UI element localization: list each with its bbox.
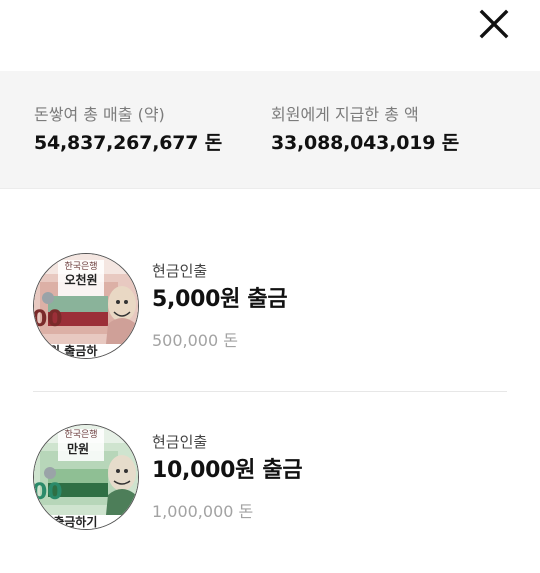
note-digits-text: 00 (34, 480, 63, 505)
total-paid-value: 33,088,043,019 돈 (271, 132, 459, 154)
stats-panel: 돈쌓여 총 매출 (약) 54,837,267,677 돈 회원에게 지급한 총… (0, 71, 540, 189)
divider (33, 391, 507, 392)
note-name-text: 오천원 (64, 272, 97, 287)
total-sales-stat: 돈쌓여 총 매출 (약) 54,837,267,677 돈 (34, 104, 222, 157)
banknote-10000-illustration: 한국은행 만원 00 원 출금하기 (34, 425, 138, 529)
close-button[interactable] (476, 6, 512, 42)
item-title: 5,000원 출금 (152, 287, 288, 312)
item-category: 현금인출 (152, 433, 208, 451)
withdraw-5000-item[interactable]: 한국은행 오천원 00 천원 출금하 현금인출 5,000원 출금 500,00… (0, 252, 540, 362)
banknote-10000-image: 한국은행 만원 00 원 출금하기 (33, 424, 139, 530)
note-digits-text: 00 (34, 307, 63, 332)
total-sales-value: 54,837,267,677 돈 (34, 132, 222, 154)
item-category: 현금인출 (152, 262, 208, 280)
banknote-5000-image: 한국은행 오천원 00 천원 출금하 (33, 253, 139, 359)
item-price: 1,000,000 돈 (152, 502, 254, 521)
note-caption-text: 원 출금하기 (38, 514, 97, 529)
note-name-text: 만원 (67, 441, 89, 456)
item-title: 10,000원 출금 (152, 458, 303, 483)
item-price: 500,000 돈 (152, 331, 238, 350)
note-caption-text: 천원 출금하 (38, 343, 97, 358)
total-paid-stat: 회원에게 지급한 총 액 33,088,043,019 돈 (271, 104, 459, 157)
banknote-5000-illustration: 한국은행 오천원 00 천원 출금하 (34, 254, 138, 358)
total-paid-label: 회원에게 지급한 총 액 (271, 105, 419, 124)
withdraw-10000-item[interactable]: 한국은행 만원 00 원 출금하기 현금인출 10,000원 출금 1,000,… (0, 423, 540, 533)
note-bank-text: 한국은행 (64, 428, 97, 440)
note-bank-text: 한국은행 (64, 260, 97, 272)
close-icon (479, 9, 509, 39)
total-sales-label: 돈쌓여 총 매출 (약) (34, 105, 165, 124)
